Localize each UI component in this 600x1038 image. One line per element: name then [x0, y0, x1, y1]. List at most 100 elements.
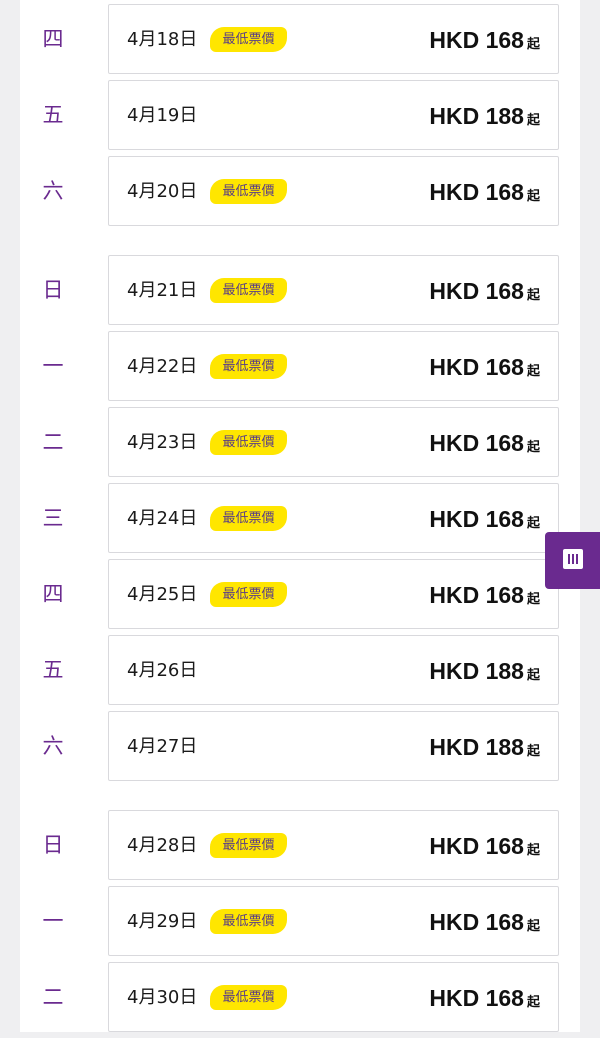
- calendar-grid-icon: [563, 549, 583, 573]
- date-label: 4月26日: [127, 660, 198, 681]
- price-from-suffix: 起: [526, 744, 540, 759]
- date-row: 日 4月28日 最低票價 HKD 168 起: [20, 810, 580, 880]
- date-row: 六 4月20日 最低票價 HKD 168 起: [20, 156, 580, 226]
- date-label: 4月22日: [127, 356, 198, 377]
- date-label: 4月25日: [127, 584, 198, 605]
- date-label: 4月28日: [127, 835, 198, 856]
- fare-price: HKD 168 起: [429, 408, 540, 476]
- price-amount: HKD 168: [429, 506, 524, 532]
- weekday-label: 日: [42, 833, 64, 857]
- date-label: 4月24日: [127, 508, 198, 529]
- fare-price: HKD 168 起: [429, 332, 540, 400]
- date-fare-card[interactable]: 4月21日 最低票價 HKD 168 起: [108, 255, 559, 325]
- price-amount: HKD 168: [429, 430, 524, 456]
- price-from-suffix: 起: [526, 919, 540, 934]
- price-amount: HKD 168: [429, 278, 524, 304]
- weekday-label: 二: [42, 985, 64, 1009]
- weekday-label: 五: [42, 103, 64, 127]
- date-fare-card[interactable]: 4月26日 HKD 188 起: [108, 635, 559, 705]
- date-label: 4月27日: [127, 736, 198, 757]
- date-fare-card[interactable]: 4月19日 HKD 188 起: [108, 80, 559, 150]
- weekday-label: 六: [42, 734, 64, 758]
- lowest-fare-badge: 最低票價: [210, 179, 287, 204]
- date-label: 4月19日: [127, 105, 198, 126]
- weekday-label: 一: [42, 909, 64, 933]
- price-from-suffix: 起: [526, 364, 540, 379]
- price-amount: HKD 168: [429, 179, 524, 205]
- weekday-label: 二: [42, 430, 64, 454]
- date-row: 四 4月18日 最低票價 HKD 168 起: [20, 4, 580, 74]
- price-amount: HKD 188: [429, 734, 524, 760]
- fare-price: HKD 188 起: [429, 81, 540, 149]
- price-amount: HKD 168: [429, 909, 524, 935]
- fare-calendar-panel: 四 4月18日 最低票價 HKD 168 起五 4月19日 HKD 188 起六 4月20日 最低…: [20, 0, 580, 1032]
- price-from-suffix: 起: [526, 843, 540, 858]
- fare-price: HKD 168 起: [429, 887, 540, 955]
- price-from-suffix: 起: [526, 113, 540, 128]
- date-fare-card[interactable]: 4月22日 最低票價 HKD 168 起: [108, 331, 559, 401]
- price-amount: HKD 168: [429, 354, 524, 380]
- fare-price: HKD 188 起: [429, 636, 540, 704]
- date-row: 四 4月25日 最低票價 HKD 168 起: [20, 559, 580, 629]
- date-fare-card[interactable]: 4月18日 最低票價 HKD 168 起: [108, 4, 559, 74]
- fare-price: HKD 168 起: [429, 256, 540, 324]
- price-amount: HKD 168: [429, 27, 524, 53]
- price-from-suffix: 起: [526, 440, 540, 455]
- date-label: 4月30日: [127, 987, 198, 1008]
- fare-price: HKD 168 起: [429, 560, 540, 628]
- fare-price: HKD 168 起: [429, 811, 540, 879]
- price-amount: HKD 168: [429, 833, 524, 859]
- lowest-fare-badge: 最低票價: [210, 354, 287, 379]
- weekday-label: 五: [42, 658, 64, 682]
- lowest-fare-badge: 最低票價: [210, 430, 287, 455]
- date-fare-card[interactable]: 4月30日 最低票價 HKD 168 起: [108, 962, 559, 1032]
- fare-price: HKD 168 起: [429, 484, 540, 552]
- date-row: 二 4月30日 最低票價 HKD 168 起: [20, 962, 580, 1032]
- date-fare-card[interactable]: 4月25日 最低票價 HKD 168 起: [108, 559, 559, 629]
- price-amount: HKD 168: [429, 985, 524, 1011]
- date-row: 一 4月29日 最低票價 HKD 168 起: [20, 886, 580, 956]
- weekday-label: 三: [42, 506, 64, 530]
- date-fare-card[interactable]: 4月20日 最低票價 HKD 168 起: [108, 156, 559, 226]
- price-from-suffix: 起: [526, 668, 540, 683]
- date-row: 五 4月26日 HKD 188 起: [20, 635, 580, 705]
- date-fare-card[interactable]: 4月24日 最低票價 HKD 168 起: [108, 483, 559, 553]
- lowest-fare-badge: 最低票價: [210, 27, 287, 52]
- calendar-view-toggle-button[interactable]: [545, 532, 600, 589]
- lowest-fare-badge: 最低票價: [210, 833, 287, 858]
- price-amount: HKD 188: [429, 658, 524, 684]
- date-fare-card[interactable]: 4月28日 最低票價 HKD 168 起: [108, 810, 559, 880]
- date-fare-card[interactable]: 4月27日 HKD 188 起: [108, 711, 559, 781]
- weekday-label: 六: [42, 179, 64, 203]
- date-label: 4月18日: [127, 29, 198, 50]
- price-from-suffix: 起: [526, 995, 540, 1010]
- weekday-label: 四: [42, 27, 64, 51]
- fare-price: HKD 168 起: [429, 963, 540, 1031]
- date-row: 日 4月21日 最低票價 HKD 168 起: [20, 255, 580, 325]
- date-row: 五 4月19日 HKD 188 起: [20, 80, 580, 150]
- date-label: 4月29日: [127, 911, 198, 932]
- price-amount: HKD 188: [429, 103, 524, 129]
- date-fare-list: 四 4月18日 最低票價 HKD 168 起五 4月19日 HKD 188 起六 4月20日 最低…: [20, 4, 580, 1038]
- lowest-fare-badge: 最低票價: [210, 909, 287, 934]
- price-from-suffix: 起: [526, 516, 540, 531]
- fare-price: HKD 168 起: [429, 5, 540, 73]
- fare-price: HKD 188 起: [429, 712, 540, 780]
- date-label: 4月21日: [127, 280, 198, 301]
- price-from-suffix: 起: [526, 592, 540, 607]
- price-from-suffix: 起: [526, 288, 540, 303]
- lowest-fare-badge: 最低票價: [210, 582, 287, 607]
- price-from-suffix: 起: [526, 189, 540, 204]
- lowest-fare-badge: 最低票價: [210, 506, 287, 531]
- weekday-label: 日: [42, 278, 64, 302]
- date-row: 三 4月24日 最低票價 HKD 168 起: [20, 483, 580, 553]
- date-fare-card[interactable]: 4月23日 最低票價 HKD 168 起: [108, 407, 559, 477]
- price-amount: HKD 168: [429, 582, 524, 608]
- date-row: 二 4月23日 最低票價 HKD 168 起: [20, 407, 580, 477]
- weekday-label: 四: [42, 582, 64, 606]
- date-fare-card[interactable]: 4月29日 最低票價 HKD 168 起: [108, 886, 559, 956]
- price-from-suffix: 起: [526, 37, 540, 52]
- date-label: 4月23日: [127, 432, 198, 453]
- lowest-fare-badge: 最低票價: [210, 278, 287, 303]
- lowest-fare-badge: 最低票價: [210, 985, 287, 1010]
